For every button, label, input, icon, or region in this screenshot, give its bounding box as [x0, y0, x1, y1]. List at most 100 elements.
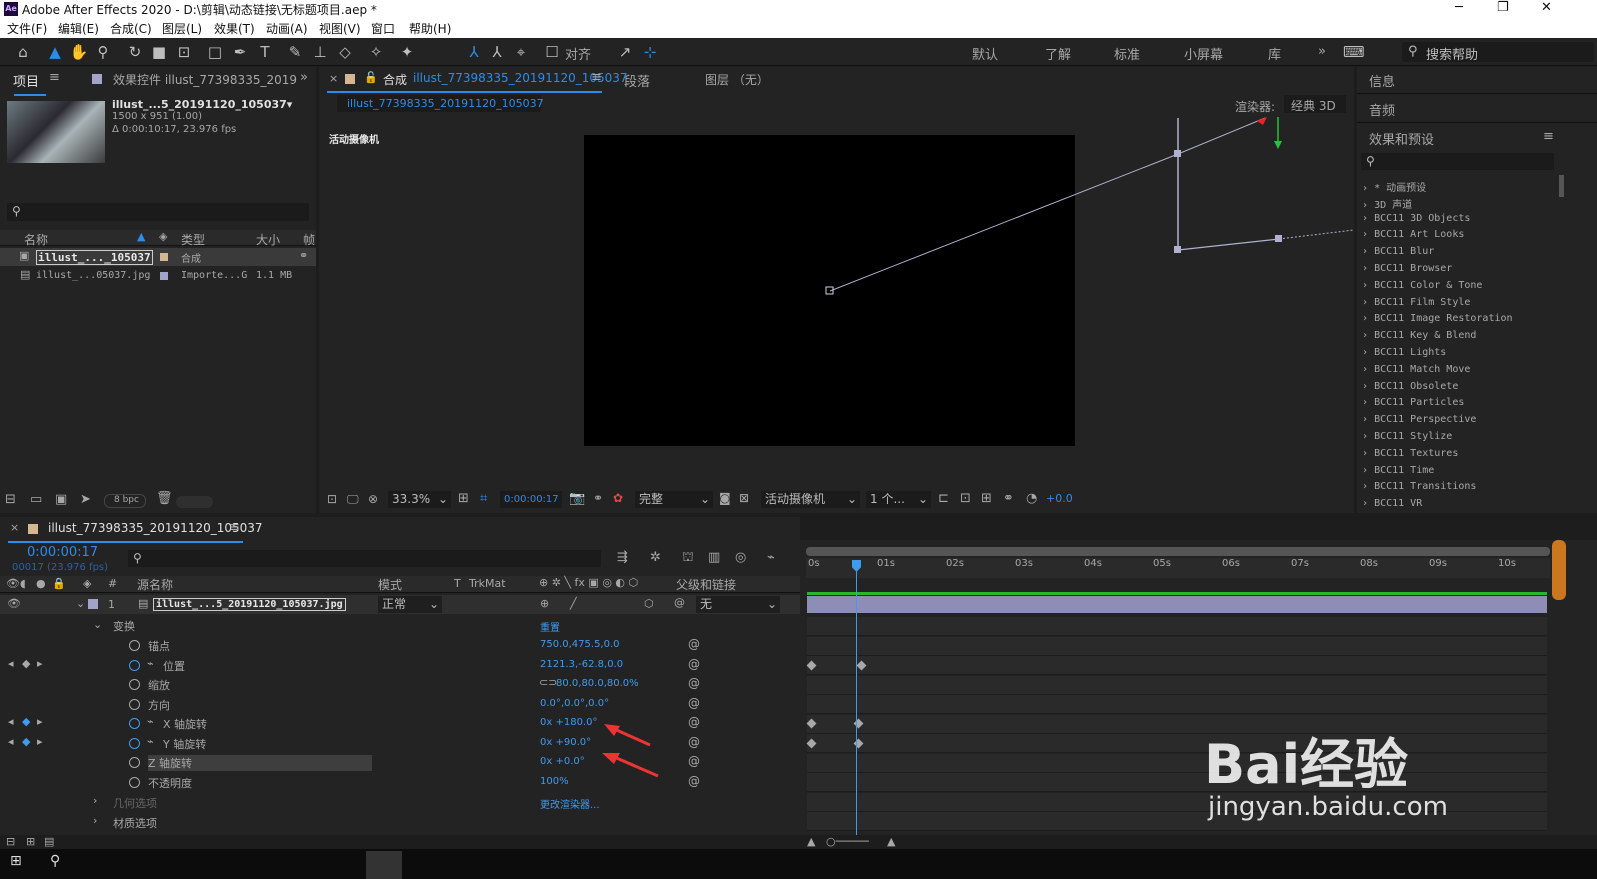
shy-switch-icon[interactable]: ⊕	[540, 597, 549, 610]
home-icon[interactable]: ⌂	[13, 42, 33, 62]
property-row[interactable]: ◂ ◆ ▸ ⌁ 位置 2121.3,-62.8,0.0 @	[0, 656, 800, 675]
effects-list-item[interactable]: › BCC11 Color & Tone	[1362, 280, 1482, 291]
resolution-dropdown[interactable]: 完整 ⌄	[635, 491, 713, 508]
video-toggle-icon[interactable]: 👁	[6, 577, 20, 590]
motion-path-overlay[interactable]	[319, 67, 1354, 487]
keyframe-track[interactable]	[807, 636, 1547, 656]
effects-list-item[interactable]: › BCC11 Match Move	[1362, 364, 1470, 375]
effects-list-item[interactable]: › BCC11 Film Style	[1362, 297, 1470, 308]
menu-window[interactable]: 窗口	[371, 20, 395, 37]
expression-pickwhip-icon[interactable]: @	[688, 637, 700, 651]
column-parent[interactable]: 父级和链接	[676, 576, 736, 593]
column-source-name[interactable]: 源名称	[137, 576, 173, 593]
geometry-options[interactable]: 几何选项	[113, 795, 157, 811]
layer-duration-bar[interactable]	[807, 596, 1547, 613]
blend-mode-dropdown[interactable]: 正常 ⌄	[378, 596, 442, 613]
fast-previews-icon[interactable]: ◙	[719, 491, 731, 505]
search-icon[interactable]: ⚲	[50, 853, 60, 869]
stopwatch-icon[interactable]	[129, 737, 140, 749]
stopwatch-icon[interactable]	[129, 757, 140, 768]
effects-scrollbar[interactable]	[1559, 175, 1564, 197]
effects-list-item[interactable]: › BCC11 Key & Blend	[1362, 330, 1476, 341]
workspace-more-icon[interactable]: »	[1318, 44, 1326, 59]
reset-exposure-icon[interactable]: ◔	[1026, 491, 1037, 506]
stopwatch-icon[interactable]	[129, 776, 140, 788]
region-of-interest-icon[interactable]: ⌗	[480, 491, 487, 506]
label-tag-icon[interactable]: ◈	[83, 577, 91, 590]
flowchart-icon[interactable]: ⚭	[299, 249, 308, 262]
stopwatch-icon[interactable]	[129, 659, 140, 671]
graph-icon[interactable]: ⌁	[147, 735, 154, 748]
view-dropdown[interactable]: 活动摄像机 ⌄	[761, 491, 860, 508]
effects-list-item[interactable]: › BCC11 Transitions	[1362, 481, 1476, 492]
interpret-footage-icon[interactable]: ⊟	[5, 492, 16, 507]
stopwatch-icon[interactable]	[129, 698, 140, 710]
layer-toggle-icon[interactable]: ⊞	[26, 835, 35, 848]
keyboard-icon[interactable]: ⌨	[1343, 42, 1365, 62]
visibility-eye-icon[interactable]: 👁	[7, 597, 21, 610]
ae-taskbar-button[interactable]	[366, 851, 402, 879]
layer-label-swatch[interactable]	[88, 599, 98, 609]
brush-tool-icon[interactable]: ✎	[285, 42, 305, 62]
solo-toggle-icon[interactable]: ●	[36, 577, 46, 590]
stopwatch-icon[interactable]	[129, 640, 140, 651]
collapse-chevron-icon[interactable]: ⌄	[76, 597, 85, 610]
expression-pickwhip-icon[interactable]: @	[688, 696, 700, 710]
zoom-slider-icon[interactable]: ○─────	[826, 835, 869, 848]
property-row[interactable]: 锚点 750.0,475.5,0.0 @	[0, 636, 800, 655]
next-keyframe-icon[interactable]: ▸	[37, 735, 43, 748]
workspace-libraries[interactable]: 库	[1268, 44, 1281, 63]
property-row[interactable]: 不透明度 100% @	[0, 773, 800, 792]
project-search-input[interactable]: ⚲	[7, 203, 309, 221]
new-folder-icon[interactable]: ▭	[30, 492, 42, 507]
property-row[interactable]: 缩放 ⊂⊃ 80.0,80.0,80.0% @	[0, 675, 800, 694]
parent-pickwhip-icon[interactable]: @	[674, 596, 685, 609]
thumbnail-slider[interactable]	[176, 496, 213, 508]
comp-mini-flowchart-icon[interactable]: ⇶	[617, 550, 628, 565]
monitor-icon[interactable]: 🖵	[347, 492, 359, 507]
menu-help[interactable]: 帮助(H)	[409, 20, 451, 37]
timeline-search-input[interactable]: ⚲	[128, 550, 601, 567]
bpc-button[interactable]: 8 bpc	[104, 494, 146, 508]
add-keyframe-icon[interactable]: ◆	[22, 715, 30, 728]
rectangle-tool-icon[interactable]: □	[205, 42, 225, 62]
preview-icon[interactable]: ⊡	[327, 492, 337, 506]
world-axis-icon[interactable]: ⅄	[487, 42, 507, 62]
windows-start-icon[interactable]: ⊞	[10, 853, 22, 869]
views-count-dropdown[interactable]: 1 个... ⌄	[866, 491, 931, 508]
menu-composition[interactable]: 合成(C)	[110, 20, 152, 37]
property-row[interactable]: 方向 0.0°,0.0°,0.0° @	[0, 695, 800, 714]
project-item-row[interactable]: ▤ illust_...05037.jpg Importe...G 1.1 MB	[0, 267, 316, 285]
graph-editor-icon[interactable]: ⌁	[767, 550, 775, 565]
close-tab-icon[interactable]: ×	[10, 521, 19, 534]
view-axis-icon[interactable]: ⌖	[511, 42, 531, 62]
column-mode[interactable]: 模式	[378, 576, 402, 593]
playhead-line[interactable]	[856, 560, 857, 835]
add-keyframe-icon[interactable]: ◆	[22, 657, 30, 670]
menu-layer[interactable]: 图层(L)	[162, 20, 202, 37]
toggle-pixel-aspect-icon[interactable]: ⊏	[938, 491, 949, 506]
property-value[interactable]: 80.0,80.0,80.0%	[556, 678, 639, 689]
work-area-bar[interactable]	[806, 547, 1550, 556]
add-keyframe-icon[interactable]: ◆	[22, 735, 30, 748]
draft-3d-toggle-icon[interactable]: ✲	[650, 550, 661, 565]
channel-icon[interactable]: ✿	[613, 491, 623, 505]
prev-keyframe-icon[interactable]: ◂	[8, 715, 14, 728]
property-row[interactable]: Z 轴旋转 0x +0.0° @	[0, 753, 800, 772]
property-value[interactable]: 750.0,475.5,0.0	[540, 639, 620, 650]
expand-chevron-icon[interactable]: ›	[93, 814, 97, 827]
tab-project[interactable]: 项目	[13, 71, 39, 90]
hand-tool-icon[interactable]: ✋	[69, 42, 89, 62]
layer-row[interactable]: 👁 ⌄ 1 ▤ illust_...5_20191120_105037.jpg …	[0, 595, 800, 614]
change-renderer-link[interactable]: 更改渲染器...	[540, 796, 600, 811]
property-value[interactable]: 0x +0.0°	[540, 756, 585, 767]
effects-list-item[interactable]: › BCC11 Blur	[1362, 246, 1434, 257]
maximize-icon[interactable]: ❐	[1497, 0, 1509, 15]
timeline-scroll-handle[interactable]	[1552, 540, 1566, 600]
next-keyframe-icon[interactable]: ▸	[37, 657, 43, 670]
draft-3d-icon[interactable]: ⊡	[960, 491, 971, 506]
puppet-tool-icon[interactable]: ✦	[397, 42, 417, 62]
snap-icon[interactable]: ↗	[615, 42, 635, 62]
shy-layers-icon[interactable]: ⛫	[682, 550, 694, 567]
audio-toggle-icon[interactable]: ◖	[20, 577, 26, 590]
